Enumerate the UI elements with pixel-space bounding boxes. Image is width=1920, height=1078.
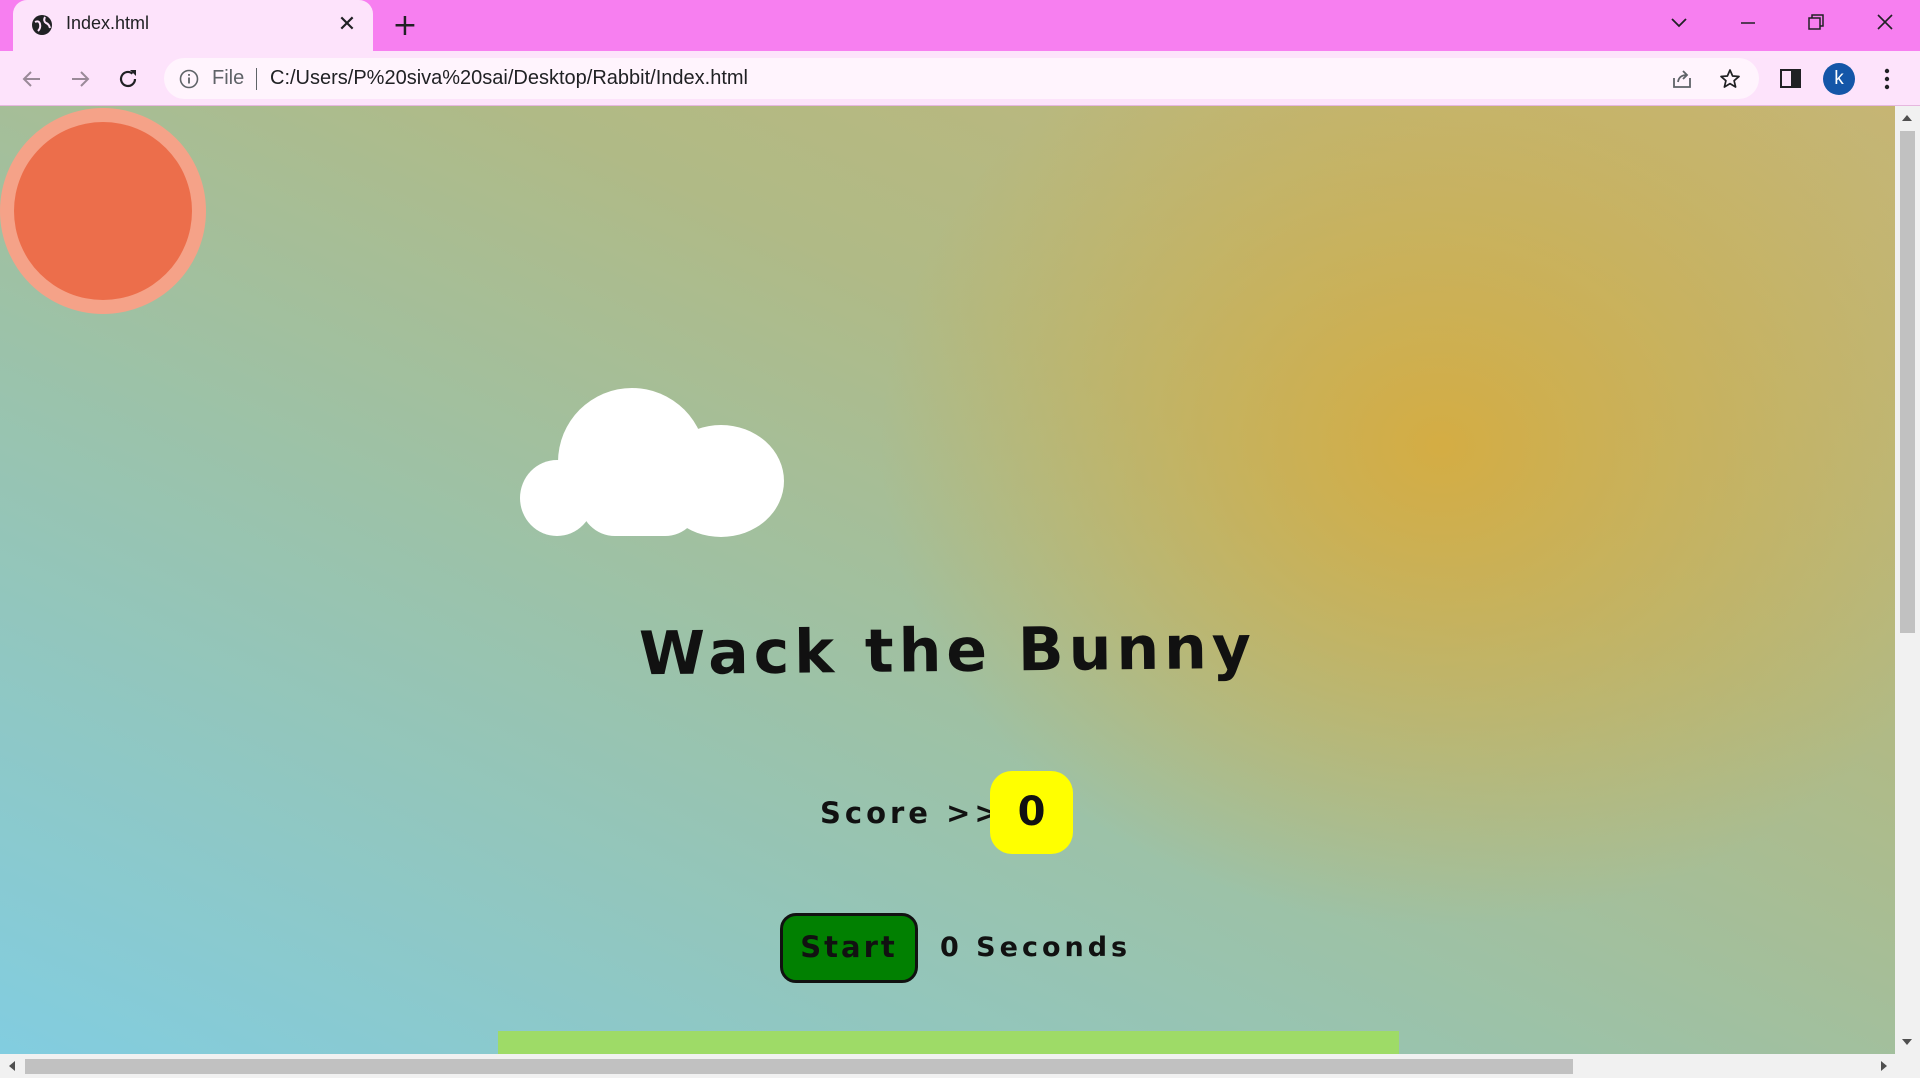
divider	[256, 68, 257, 90]
close-icon[interactable]: ✕	[335, 13, 359, 37]
forward-icon[interactable]	[64, 63, 96, 95]
tab-index[interactable]: Index.html ✕	[13, 0, 373, 51]
restore-icon[interactable]	[1798, 8, 1834, 36]
ground	[498, 1031, 1399, 1054]
scroll-down-icon[interactable]	[1902, 1039, 1912, 1045]
avatar[interactable]: k	[1823, 63, 1855, 95]
tab-title: Index.html	[66, 13, 150, 33]
vertical-scrollbar[interactable]	[1895, 106, 1920, 1054]
chevron-down-icon[interactable]	[1661, 8, 1697, 36]
globe-icon	[31, 14, 53, 36]
game-title: Wack the Bunny	[638, 612, 1257, 690]
address-bar[interactable]: File C:/Users/P%20siva%20sai/Desktop/Rab…	[164, 58, 1759, 99]
info-icon[interactable]	[178, 68, 200, 90]
browser-titlebar: Index.html ✕ +	[0, 0, 1920, 51]
back-icon[interactable]	[16, 63, 48, 95]
scroll-left-icon[interactable]	[9, 1061, 15, 1071]
vertical-scroll-thumb[interactable]	[1900, 131, 1915, 633]
scheme-label: File	[212, 67, 245, 89]
horizontal-scroll-thumb[interactable]	[25, 1059, 1573, 1074]
minimize-icon[interactable]	[1730, 8, 1766, 36]
scroll-up-icon[interactable]	[1902, 115, 1912, 121]
sun	[14, 122, 192, 300]
scroll-right-icon[interactable]	[1881, 1061, 1887, 1071]
more-icon[interactable]	[1872, 64, 1902, 94]
timer-text: 0 Seconds	[940, 932, 1132, 963]
start-button[interactable]: Start	[780, 913, 918, 983]
plus-icon[interactable]: +	[390, 11, 420, 42]
url-text[interactable]: C:/Users/P%20siva%20sai/Desktop/Rabbit/I…	[270, 67, 748, 90]
side-panel-icon[interactable]	[1776, 64, 1806, 94]
star-icon[interactable]	[1718, 67, 1742, 91]
page-viewport: Wack the Bunny Score >> 0 Start 0 Second…	[0, 106, 1895, 1054]
score-label: Score >>	[820, 796, 1003, 830]
score-value: 0	[990, 771, 1073, 854]
horizontal-scrollbar[interactable]	[0, 1054, 1920, 1078]
reload-icon[interactable]	[112, 63, 144, 95]
browser-toolbar: File C:/Users/P%20siva%20sai/Desktop/Rab…	[0, 51, 1920, 106]
share-icon[interactable]	[1670, 67, 1694, 91]
window-close-icon[interactable]	[1867, 8, 1903, 36]
